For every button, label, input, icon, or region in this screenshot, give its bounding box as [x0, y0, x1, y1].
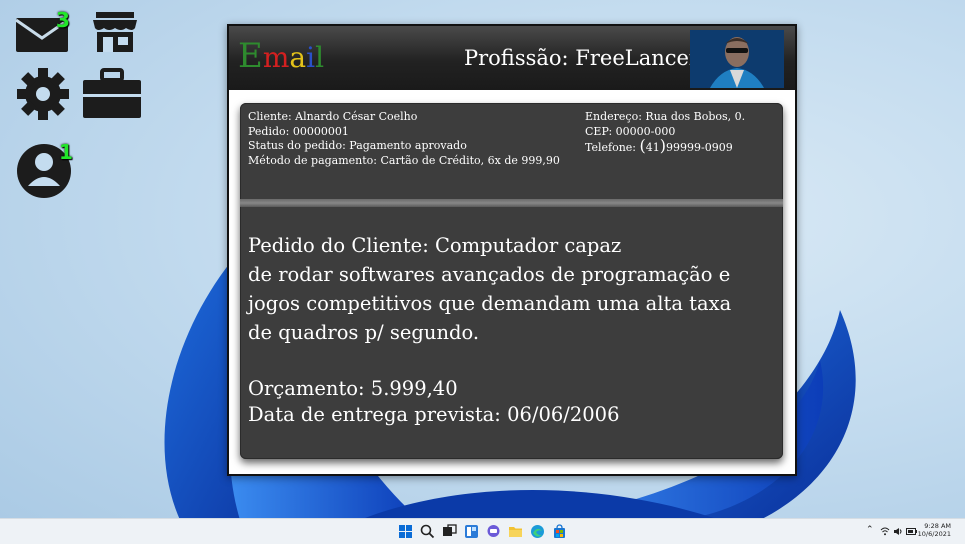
chat-icon[interactable] — [486, 524, 501, 539]
request-line: de rodar softwares avançados de programa… — [248, 263, 731, 286]
email-window: Email Profissão: FreeLancer Cliente: Aln… — [227, 24, 797, 476]
clock-time: 9:28 AM — [924, 522, 951, 530]
store-taskbar-icon[interactable] — [552, 524, 567, 539]
client-info: Cliente: Alnardo César Coelho Pedido: 00… — [248, 110, 560, 168]
settings-desktop-icon[interactable] — [15, 67, 71, 121]
avatar-portrait-icon — [690, 30, 784, 88]
email-header: Email Profissão: FreeLancer — [229, 26, 795, 90]
client-name: Cliente: Alnardo César Coelho — [248, 110, 418, 123]
phone-area-code: (41) — [639, 136, 667, 155]
clock-date: 10/6/2021 — [917, 530, 951, 538]
request-line: jogos competitivos que demandam uma alta… — [248, 292, 732, 315]
profession-title: Profissão: FreeLancer — [464, 46, 699, 70]
wifi-icon[interactable] — [880, 527, 890, 536]
taskbar: ⌃ 9:28 AM 10/6/2021 — [0, 518, 965, 544]
mail-desktop-icon[interactable]: 3 — [14, 8, 72, 54]
budget: Orçamento: 5.999,40 — [248, 377, 458, 400]
store-desktop-icon[interactable] — [92, 10, 138, 54]
order-request: Pedido do Cliente: Computador capaz de r… — [248, 231, 778, 428]
profile-avatar[interactable] — [690, 30, 784, 88]
profile-desktop-icon[interactable]: 1 — [15, 140, 75, 202]
clock[interactable]: 9:28 AM 10/6/2021 — [918, 522, 951, 538]
briefcase-desktop-icon[interactable] — [82, 68, 142, 120]
phone-number: 99999-0909 — [666, 141, 733, 154]
order-number: Pedido: 00000001 — [248, 124, 349, 138]
phone: Telefone: (41)99999-0909 — [585, 136, 745, 156]
start-icon[interactable] — [398, 524, 413, 539]
phone-label: Telefone: — [585, 141, 637, 154]
mail-count-badge: 3 — [56, 8, 70, 32]
logo-letter: E — [238, 36, 263, 76]
order-card: Cliente: Alnardo César Coelho Pedido: 00… — [240, 103, 783, 459]
task-view-icon[interactable] — [442, 524, 457, 539]
address: Endereço: Rua dos Bobos, 0. — [585, 110, 746, 123]
logo-letter: m — [262, 41, 290, 74]
card-divider — [240, 199, 783, 207]
chevron-up-icon[interactable]: ⌃ — [866, 525, 874, 535]
logo-letter: l — [315, 41, 325, 74]
logo-letter: i — [306, 41, 316, 74]
contact-info: Endereço: Rua dos Bobos, 0. CEP: 00000-0… — [585, 110, 745, 156]
volume-icon[interactable] — [893, 527, 903, 536]
store-icon — [93, 12, 137, 52]
battery-icon[interactable] — [906, 528, 917, 535]
search-icon[interactable] — [420, 524, 435, 539]
gear-icon — [17, 68, 69, 120]
logo-letter: a — [289, 41, 307, 74]
request-line: de quadros p/ segundo. — [248, 321, 480, 344]
payment-method: Método de pagamento: Cartão de Crédito, … — [248, 153, 560, 167]
briefcase-icon — [83, 68, 141, 118]
order-status: Status do pedido: Pagamento aprovado — [248, 139, 467, 152]
widgets-icon[interactable] — [464, 524, 479, 539]
profile-count-badge: 1 — [59, 140, 73, 164]
request-line: Pedido do Cliente: Computador capaz — [248, 234, 622, 257]
delivery-date: Data de entrega prevista: 06/06/2006 — [248, 403, 620, 426]
email-logo: Email — [238, 36, 324, 76]
edge-icon[interactable] — [530, 524, 545, 539]
file-explorer-icon[interactable] — [508, 524, 523, 539]
